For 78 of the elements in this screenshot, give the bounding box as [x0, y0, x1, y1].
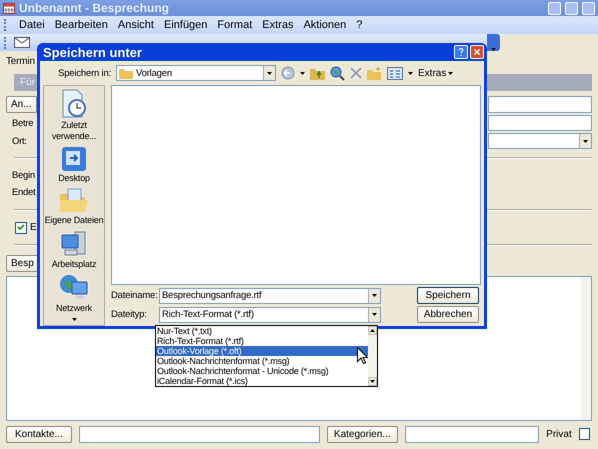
- menu-item[interactable]: Aktionen: [298, 19, 352, 31]
- menu-item[interactable]: Einfügen: [158, 19, 212, 31]
- place-item[interactable]: Eigene Dateien: [44, 188, 104, 226]
- reminder-checkbox[interactable]: [15, 222, 27, 234]
- menu-item[interactable]: Extras: [257, 19, 298, 31]
- scrollbar[interactable]: [581, 277, 591, 420]
- clock-document-icon: [60, 89, 88, 119]
- menu-item[interactable]: Datei: [14, 19, 50, 31]
- field-label: Endet: [12, 186, 36, 198]
- filename-field[interactable]: Besprechungsanfrage.rtf: [159, 288, 381, 304]
- cancel-button[interactable]: Abbrechen: [417, 306, 479, 323]
- folder-icon: [119, 68, 133, 78]
- menu-item[interactable]: Format: [212, 19, 258, 31]
- caret-icon: [372, 313, 377, 316]
- computer-icon: [60, 230, 88, 258]
- list-option[interactable]: iCalendar-Format (*.ics): [156, 376, 368, 386]
- open-folder-icon: [59, 188, 89, 214]
- dialog-title: Speichern unter: [43, 44, 143, 60]
- close-button[interactable]: [582, 2, 595, 14]
- save-button[interactable]: Speichern: [417, 287, 479, 304]
- field-label: Ort:: [12, 136, 27, 146]
- field-label: Betre: [12, 118, 34, 128]
- filetype-dropdown[interactable]: Rich-Text-Format (*.rtf): [159, 306, 381, 322]
- extras-menu[interactable]: Extras: [418, 68, 454, 78]
- views-icon[interactable]: [387, 66, 403, 80]
- envelope-icon[interactable]: [14, 37, 30, 48]
- list-option[interactable]: Rich-Text-Format (*.rtf): [156, 336, 368, 346]
- checkbox-label: E: [30, 222, 37, 233]
- calendar-icon: [3, 2, 15, 14]
- menu-item[interactable]: Bearbeiten: [50, 19, 113, 31]
- back-icon[interactable]: [281, 66, 295, 80]
- window-title: Unbenannt - Besprechung: [19, 1, 170, 15]
- field-label: Dateityp:: [111, 309, 148, 320]
- save-in-dropdown[interactable]: Vorlagen: [116, 65, 276, 81]
- to-field[interactable]: [488, 96, 592, 113]
- toolbar-options-button[interactable]: [487, 34, 500, 51]
- caret-icon: [583, 140, 588, 142]
- restore-button[interactable]: [565, 2, 578, 14]
- list-option[interactable]: Outlook-Nachrichtenformat - Unicode (*.msg): [156, 366, 368, 376]
- up-folder-icon[interactable]: [310, 66, 325, 80]
- contacts-field[interactable]: [78, 426, 320, 442]
- field-label: Speichern in:: [57, 68, 111, 78]
- to-button[interactable]: An...: [6, 96, 37, 113]
- place-item[interactable]: Arbeitsplatz: [44, 230, 104, 270]
- subject-field[interactable]: [488, 115, 592, 131]
- scroll-down-icon: [370, 380, 375, 383]
- desktop-icon: [61, 146, 87, 172]
- mouse-pointer-icon: [357, 347, 368, 364]
- place-item[interactable]: Zuletzt verwende...: [44, 89, 104, 142]
- info-text: Für: [20, 77, 35, 88]
- categories-button[interactable]: Kategorien...: [326, 426, 398, 442]
- delete-icon[interactable]: [350, 67, 362, 79]
- help-button[interactable]: [454, 45, 468, 59]
- field-label: Begin: [12, 170, 35, 180]
- minimize-button[interactable]: [548, 2, 561, 14]
- contacts-button[interactable]: Kontakte...: [6, 426, 72, 442]
- field-label: Dateiname:: [111, 290, 159, 301]
- list-option[interactable]: Outlook-Vorlage (*.oft): [156, 346, 368, 356]
- menu-item[interactable]: Ansicht: [112, 19, 159, 31]
- categories-field[interactable]: [404, 426, 540, 442]
- list-option[interactable]: Nur-Text (*.txt): [156, 326, 368, 336]
- network-globe-icon: [59, 274, 89, 302]
- dropdown-button[interactable]: [579, 134, 591, 148]
- form-tab[interactable]: Termin: [6, 54, 36, 71]
- new-folder-icon[interactable]: [367, 66, 382, 80]
- menu-item[interactable]: ?: [351, 19, 368, 31]
- close-button[interactable]: [470, 45, 484, 59]
- place-item[interactable]: Netzwerk: [44, 274, 104, 314]
- search-web-icon[interactable]: [330, 66, 345, 80]
- scroll-down-icon: [72, 318, 76, 321]
- private-checkbox[interactable]: [578, 428, 590, 440]
- caret-icon: [372, 294, 377, 297]
- meeting-button[interactable]: Besp: [6, 255, 39, 272]
- scrollbar[interactable]: [368, 326, 377, 386]
- place-item[interactable]: Desktop: [44, 146, 104, 184]
- checkbox-label: Privat: [546, 428, 572, 440]
- chevron-icon: [491, 48, 496, 51]
- location-field[interactable]: [488, 133, 592, 149]
